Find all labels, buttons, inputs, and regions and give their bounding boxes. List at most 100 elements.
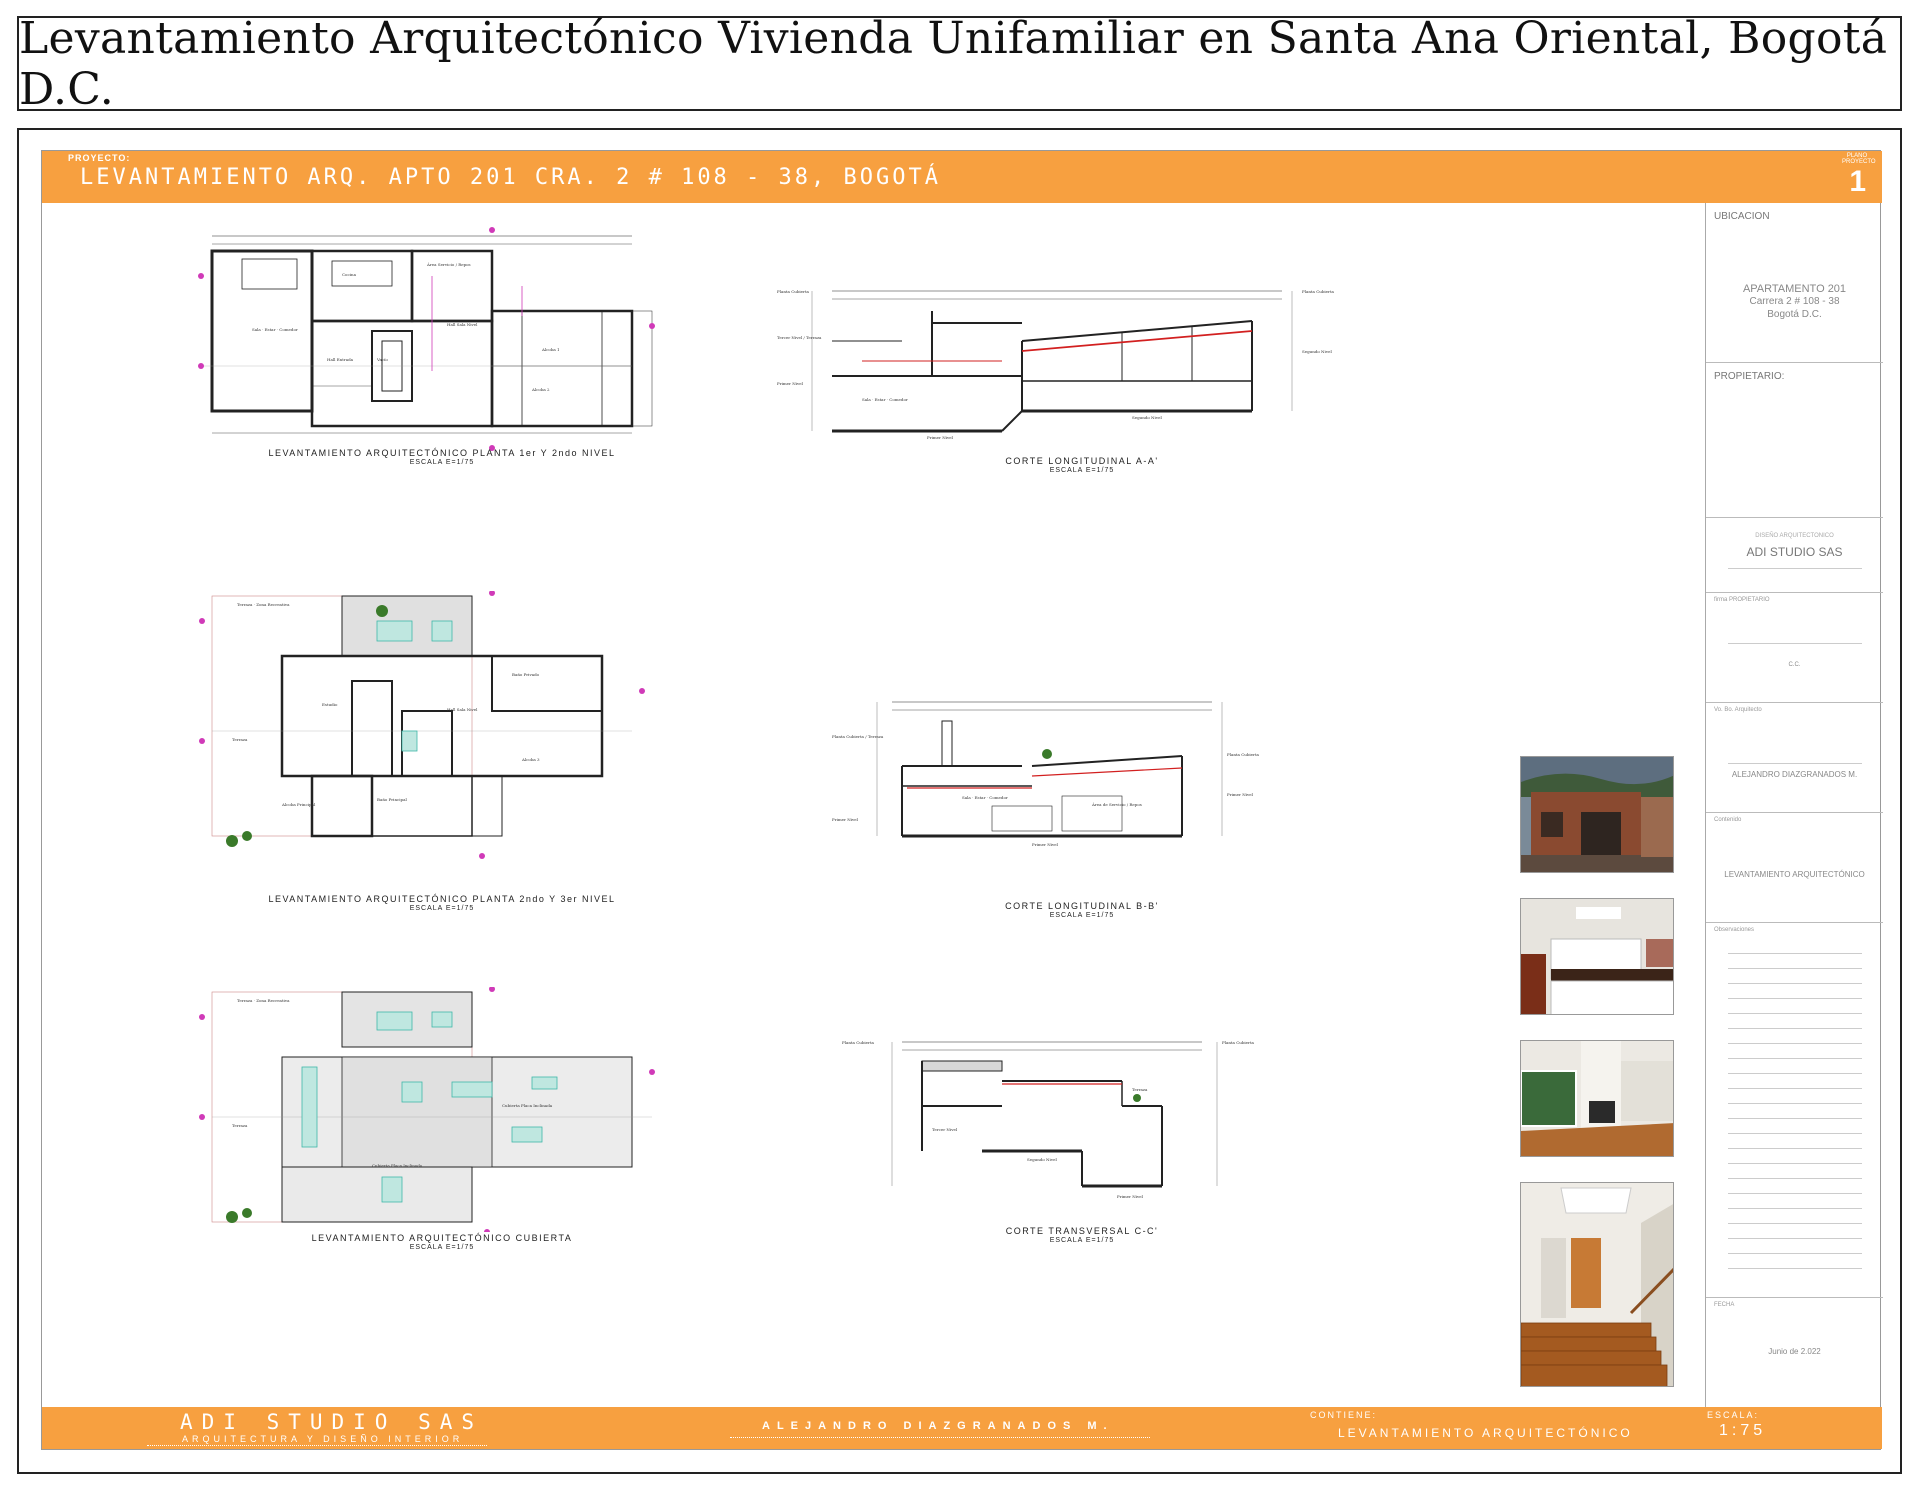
observaciones-label: Observaciones (1714, 927, 1755, 933)
footer-contiene-label: CONTIENE: (1310, 1410, 1378, 1420)
svg-text:Cocina: Cocina (342, 272, 357, 277)
title-block-panel: UBICACION APARTAMENTO 201 Carrera 2 # 10… (1705, 203, 1883, 1409)
contenido-section: Contenido LEVANTAMIENTO ARQUITECTÓNICO (1706, 813, 1883, 923)
signature-rule (1728, 763, 1862, 764)
project-label: PROYECTO: (68, 153, 131, 163)
plan-3-title: LEVANTAMIENTO ARQUITECTÓNICO CUBIERTA (311, 1233, 573, 1243)
note-rule (1728, 1058, 1862, 1059)
svg-text:Primer Nivel: Primer Nivel (832, 817, 859, 822)
svg-text:Primer Nivel: Primer Nivel (1227, 792, 1254, 797)
svg-text:Área Servicio / Repos: Área Servicio / Repos (426, 262, 471, 267)
note-rule (1728, 1103, 1862, 1104)
drawing-sheet: PROYECTO: LEVANTAMIENTO ARQ. APTO 201 CR… (17, 128, 1902, 1474)
svg-text:Estudio: Estudio (322, 702, 338, 707)
svg-text:Primer Nivel: Primer Nivel (777, 381, 804, 386)
svg-text:Primer Nivel: Primer Nivel (1117, 1194, 1144, 1199)
svg-text:Sala · Estar · Comedor: Sala · Estar · Comedor (962, 795, 1008, 800)
arquitecto-section: Vo. Bo. Arquitecto ALEJANDRO DIAZGRANADO… (1706, 703, 1883, 813)
svg-text:Cubierta Placa Inclinada: Cubierta Placa Inclinada (502, 1103, 553, 1108)
note-rule (1728, 1253, 1862, 1254)
svg-text:Hall Sala Nivel: Hall Sala Nivel (447, 707, 478, 712)
svg-text:Terraza · Zona Recreativa: Terraza · Zona Recreativa (237, 998, 290, 1003)
svg-text:Terraza · Zona Recreativa: Terraza · Zona Recreativa (237, 602, 290, 607)
section-c-scale: ESCALA E=1/75 (1049, 1237, 1115, 1244)
studio-name: ADI STUDIO SAS (1746, 545, 1843, 559)
note-rule (1728, 953, 1862, 954)
firma-section: firma PROPIETARIO C.C. (1706, 593, 1883, 703)
arquitecto-name: ALEJANDRO DIAZGRANADOS M. (1731, 770, 1858, 779)
floor-plan-1st-2nd-level: Sala · Estar · Comedor Cocina Área Servi… (198, 227, 655, 451)
address-line-3: Bogotá D.C. (1767, 309, 1822, 320)
observaciones-section: Observaciones (1706, 923, 1883, 1298)
propietario-section: PROPIETARIO: (1706, 363, 1883, 518)
dotted-rule (730, 1437, 1150, 1438)
section-a-caption: CORTE LONGITUDINAL A-A' ESCALA E=1/75 (942, 456, 1222, 474)
address-line-1: APARTAMENTO 201 (1742, 283, 1847, 295)
plano-number: 1 (1849, 165, 1866, 198)
note-rule (1728, 1073, 1862, 1074)
section-longitudinal-b: Planta Cubierta / Terraza Primer Nivel P… (832, 701, 1260, 847)
plano-label: PLANO PROYECTO (1842, 153, 1876, 165)
section-c-title: CORTE TRANSVERSAL C-C' (1005, 1226, 1159, 1236)
note-rule (1728, 1268, 1862, 1269)
section-b-scale: ESCALA E=1/75 (1049, 912, 1115, 919)
svg-text:Alcoba 1: Alcoba 1 (541, 347, 560, 352)
plan-1-scale: ESCALA E=1/75 (409, 459, 475, 466)
note-rule (1728, 1223, 1862, 1224)
section-transversal-c: Planta Cubierta Planta Cubierta Tercer N… (842, 1040, 1255, 1199)
dotted-rule (147, 1445, 487, 1446)
svg-text:Planta Cubierta: Planta Cubierta (842, 1040, 875, 1045)
page-title: Levantamiento Arquitectónico Vivienda Un… (19, 12, 1888, 115)
page-title-box: Levantamiento Arquitectónico Vivienda Un… (17, 13, 1902, 115)
svg-text:Planta Cubierta: Planta Cubierta (1222, 1040, 1255, 1045)
plan-3-scale: ESCALA E=1/75 (409, 1244, 475, 1251)
svg-text:Alcoba 2: Alcoba 2 (531, 387, 550, 392)
plan-2-title: LEVANTAMIENTO ARQUITECTÓNICO PLANTA 2ndo… (268, 894, 616, 904)
note-rule (1728, 1148, 1862, 1149)
svg-text:Terraza: Terraza (1132, 1087, 1148, 1092)
svg-text:Tercer Nivel / Terraza: Tercer Nivel / Terraza (777, 335, 822, 340)
signature-rule (1728, 643, 1862, 644)
footer-architect-name: ALEJANDRO DIAZGRANADOS M. (762, 1420, 1114, 1432)
diseno-label: DISEÑO ARQUITECTONICO (1755, 533, 1834, 539)
note-rule (1728, 998, 1862, 999)
note-rule (1728, 1208, 1862, 1209)
svg-text:Planta Cubierta: Planta Cubierta (777, 289, 810, 294)
note-rule (1728, 1088, 1862, 1089)
plan-2-scale: ESCALA E=1/75 (409, 905, 475, 912)
svg-text:Tercer Nivel: Tercer Nivel (932, 1127, 958, 1132)
note-rule (1728, 1133, 1862, 1134)
section-c-caption: CORTE TRANSVERSAL C-C' ESCALA E=1/75 (942, 1226, 1222, 1244)
svg-text:Terraza: Terraza (232, 1123, 248, 1128)
photo-kitchen (1520, 898, 1674, 1015)
contenido-value: LEVANTAMIENTO ARQUITECTÓNICO (1724, 870, 1865, 879)
svg-text:Segundo Nivel: Segundo Nivel (1132, 415, 1162, 420)
note-rule (1728, 1118, 1862, 1119)
section-a-title: CORTE LONGITUDINAL A-A' (1005, 456, 1159, 466)
note-rule (1728, 1178, 1862, 1179)
firma-label: firma PROPIETARIO (1714, 597, 1770, 603)
arquitecto-label: Vo. Bo. Arquitecto (1714, 707, 1762, 713)
address-line-2: Carrera 2 # 108 - 38 (1749, 296, 1840, 307)
sheet-inner-frame: PROYECTO: LEVANTAMIENTO ARQ. APTO 201 CR… (41, 150, 1883, 1450)
svg-text:Área de Servicio / Repos: Área de Servicio / Repos (1091, 802, 1142, 807)
plan-3-caption: LEVANTAMIENTO ARQUITECTÓNICO CUBIERTA ES… (192, 1233, 692, 1251)
note-rule (1728, 983, 1862, 984)
svg-text:Baño Principal: Baño Principal (377, 797, 408, 802)
footer-escala-value: 1:75 (1719, 1422, 1767, 1439)
svg-text:Primer Nivel: Primer Nivel (1032, 842, 1059, 847)
footer-studio-name: ADI STUDIO SAS (180, 1410, 484, 1434)
plan-2-caption: LEVANTAMIENTO ARQUITECTÓNICO PLANTA 2ndo… (192, 894, 692, 912)
svg-text:Vacío: Vacío (376, 357, 388, 362)
note-rule (1728, 1028, 1862, 1029)
svg-text:Terraza: Terraza (232, 737, 248, 742)
svg-text:Hall Sala Nivel: Hall Sala Nivel (447, 322, 478, 327)
section-longitudinal-a: Planta Cubierta Tercer Nivel / Terraza P… (777, 289, 1335, 440)
note-rule (1728, 1238, 1862, 1239)
note-rule (1728, 968, 1862, 969)
project-title: LEVANTAMIENTO ARQ. APTO 201 CRA. 2 # 108… (80, 165, 941, 190)
svg-text:Sala · Estar · Comedor: Sala · Estar · Comedor (252, 327, 298, 332)
photo-exterior-facade (1520, 756, 1674, 873)
svg-text:Planta Cubierta / Terraza: Planta Cubierta / Terraza (832, 734, 884, 739)
section-a-scale: ESCALA E=1/75 (1049, 467, 1115, 474)
